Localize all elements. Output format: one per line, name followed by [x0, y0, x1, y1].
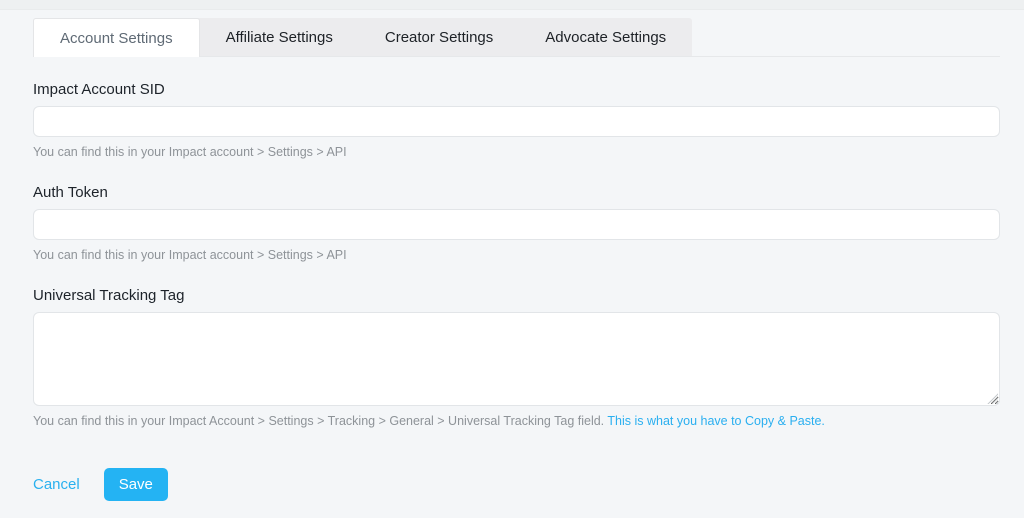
tab-creator-settings[interactable]: Creator Settings — [359, 18, 519, 56]
universal-tracking-tag-label: Universal Tracking Tag — [33, 287, 185, 304]
save-button[interactable]: Save — [103, 468, 168, 501]
tab-group: Account Settings Affiliate Settings Crea… — [33, 18, 693, 57]
impact-account-sid-label: Impact Account SID — [33, 81, 165, 98]
settings-page: Account Settings Affiliate Settings Crea… — [0, 18, 1024, 501]
auth-token-help: You can find this in your Impact account… — [33, 248, 347, 262]
universal-tracking-tag-wrap — [33, 312, 1000, 406]
page-top-band — [0, 0, 1024, 10]
cancel-link[interactable]: Cancel — [33, 476, 80, 493]
impact-account-sid-help: You can find this in your Impact account… — [33, 145, 347, 159]
impact-account-sid-input[interactable] — [33, 106, 1000, 137]
auth-token-label: Auth Token — [33, 184, 108, 201]
universal-tracking-tag-help-text: You can find this in your Impact Account… — [33, 414, 605, 428]
universal-tracking-tag-textarea[interactable] — [33, 312, 1000, 406]
tab-account-settings[interactable]: Account Settings — [33, 18, 200, 57]
auth-token-input[interactable] — [33, 209, 1000, 240]
settings-tabbar: Account Settings Affiliate Settings Crea… — [33, 18, 1000, 57]
tab-advocate-settings[interactable]: Advocate Settings — [519, 18, 692, 56]
copy-paste-help-link[interactable]: This is what you have to Copy & Paste. — [607, 414, 824, 428]
tab-affiliate-settings[interactable]: Affiliate Settings — [200, 18, 359, 56]
form-actions: Cancel Save — [33, 468, 1000, 501]
universal-tracking-tag-help: You can find this in your Impact Account… — [33, 414, 1000, 429]
